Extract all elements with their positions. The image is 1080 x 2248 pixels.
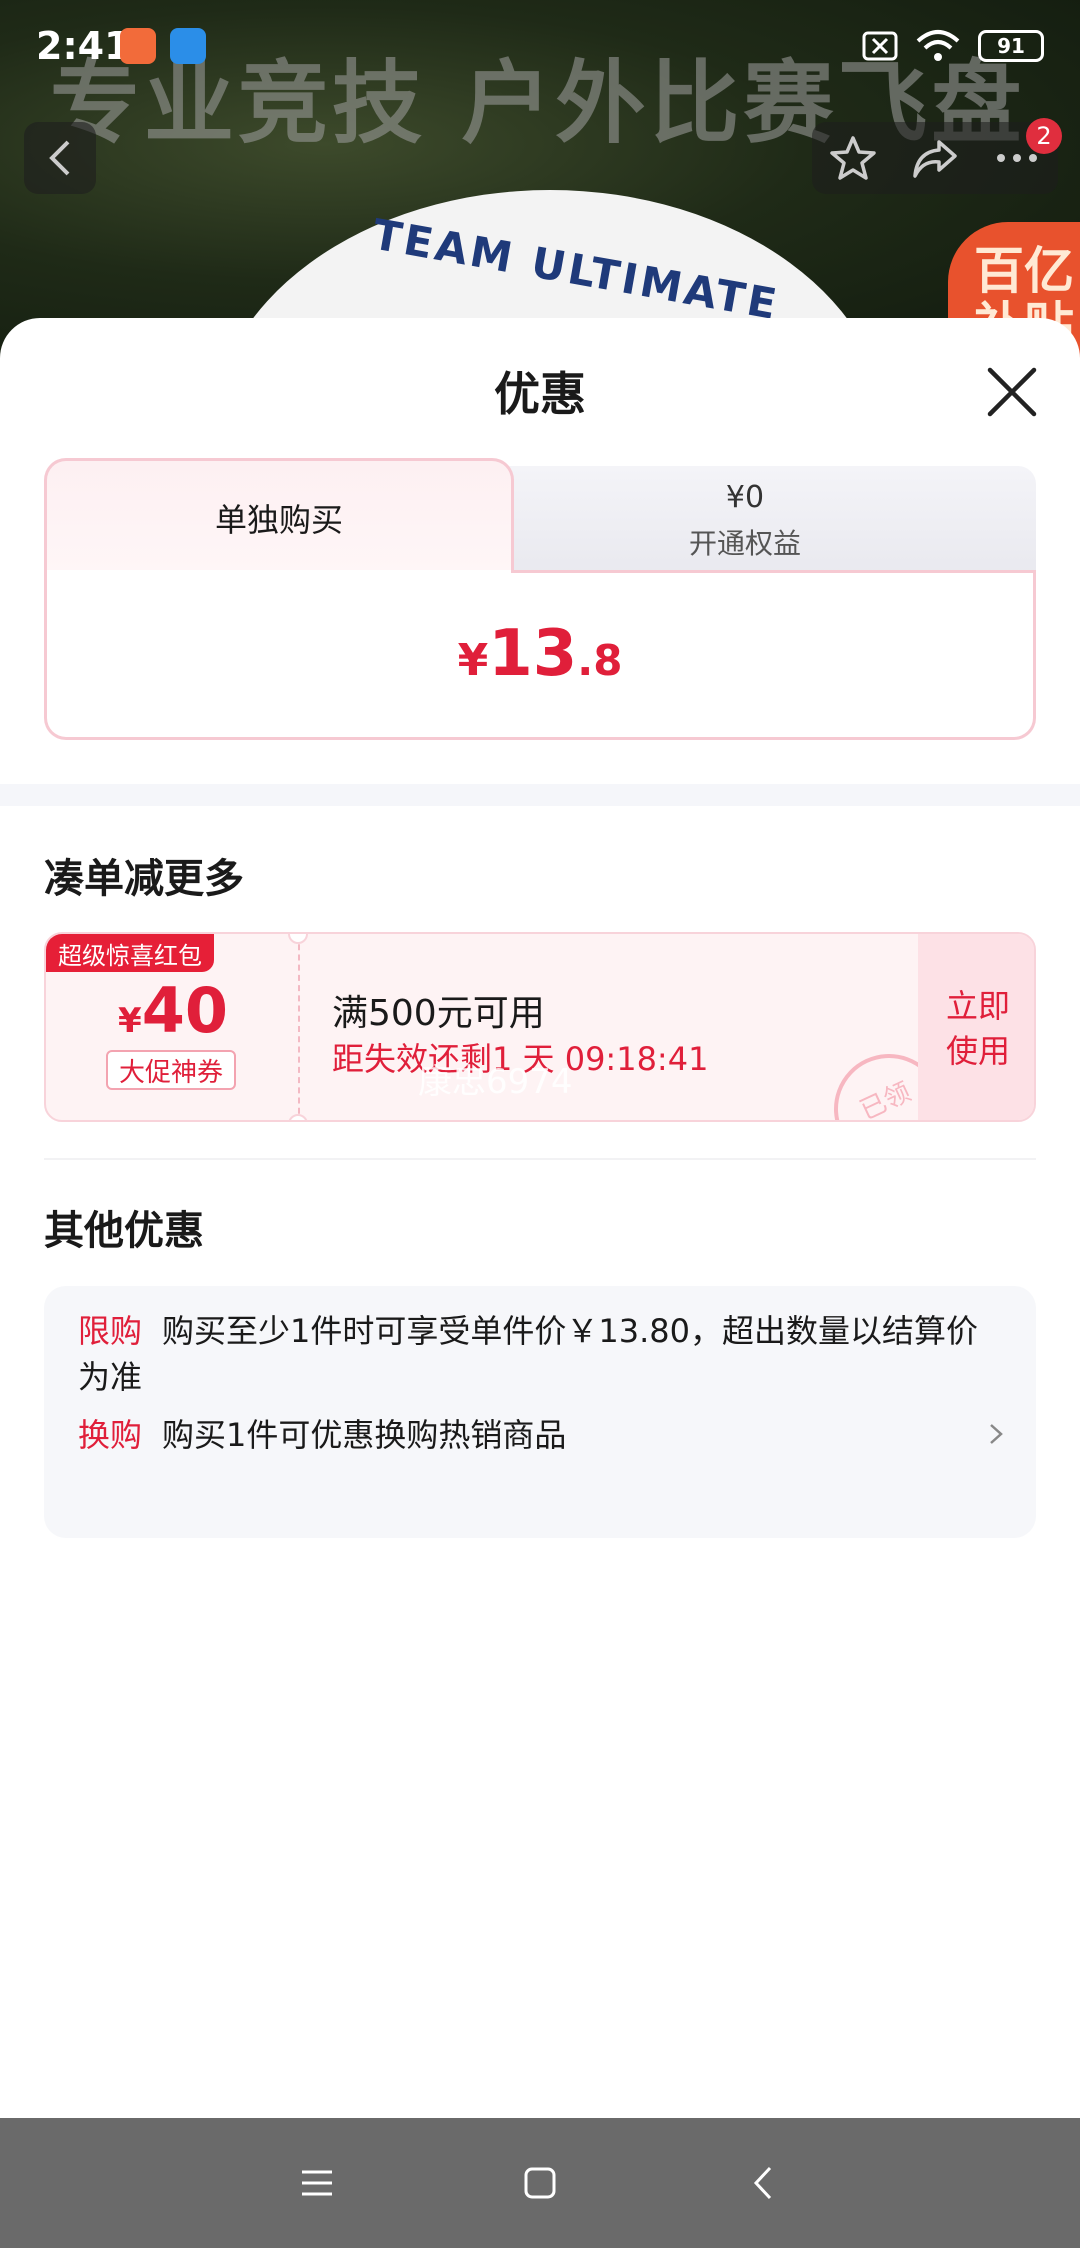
- divider: [44, 1158, 1036, 1160]
- tab-member-price: ¥0: [725, 480, 765, 515]
- wallet-app-icon: [170, 28, 206, 64]
- price-decimal: .8: [577, 635, 623, 685]
- tab-member-benefit[interactable]: ¥0 开通权益: [454, 466, 1036, 574]
- sim-off-icon: [862, 31, 898, 61]
- coupon-section-heading: 凑单减更多: [44, 856, 244, 902]
- offer-text: 购买至少1件时可享受单件价￥13.80，超出数量以结算价为准: [78, 1312, 978, 1396]
- offer-tag: 换购: [78, 1416, 143, 1454]
- discount-sheet: 优惠 ¥0 开通权益 单独购买 ¥13.8 凑单减更多 超级惊喜红包 ¥40 大…: [0, 318, 1080, 2118]
- chevron-right-icon[interactable]: [984, 1422, 1008, 1446]
- status-bar: 2:41 91: [0, 0, 1080, 92]
- price-box: ¥13.8: [44, 570, 1036, 740]
- offer-swap-row[interactable]: 换购 购买1件可优惠换购热销商品: [78, 1412, 998, 1458]
- close-icon[interactable]: [982, 362, 1042, 422]
- offer-tag: 限购: [78, 1312, 143, 1350]
- back-nav-icon[interactable]: [740, 2158, 790, 2208]
- coupon-value: 40: [141, 974, 228, 1047]
- coupon-amount: ¥40: [46, 974, 300, 1047]
- menu-icon[interactable]: [292, 2158, 342, 2208]
- battery-icon: 91: [978, 30, 1044, 62]
- coupon-card: 超级惊喜红包 ¥40 大促神券 满500元可用 距失效还剩1 天 09:18:4…: [44, 932, 1036, 1122]
- wifi-icon: [916, 30, 960, 61]
- price-symbol: ¥: [457, 634, 489, 686]
- coupon-notch: [288, 934, 308, 944]
- section-divider: [0, 784, 1080, 806]
- price-value: ¥13.8: [458, 617, 623, 691]
- offer-limit-row: 限购 购买至少1件时可享受单件价￥13.80，超出数量以结算价为准: [78, 1308, 998, 1400]
- star-icon[interactable]: [829, 134, 877, 182]
- coupon-symbol: ¥: [118, 1001, 142, 1041]
- status-time: 2:41: [36, 24, 131, 68]
- sheet-title: 优惠: [494, 367, 586, 421]
- coupon-notch: [288, 1114, 308, 1120]
- back-button[interactable]: [24, 122, 96, 194]
- tab-solo-purchase[interactable]: 单独购买: [44, 458, 514, 574]
- price-integer: 13: [488, 616, 578, 691]
- status-icons: 91: [862, 28, 1044, 64]
- top-actions: [812, 122, 1058, 194]
- other-offers-heading: 其他优惠: [44, 1208, 204, 1254]
- coupon-watermark: 康忠6974: [418, 1062, 573, 1102]
- coupon-condition: 满500元可用: [332, 993, 545, 1034]
- tab-member-label: 开通权益: [688, 527, 801, 560]
- coupon-tag: 超级惊喜红包: [46, 934, 214, 972]
- system-nav-bar: [0, 2118, 1080, 2248]
- price-box-border: [511, 570, 1036, 573]
- use-now-button[interactable]: 立即 使用: [918, 934, 1034, 1120]
- price-card: ¥0 开通权益 单独购买 ¥13.8: [44, 458, 1036, 740]
- home-icon[interactable]: [515, 2158, 565, 2208]
- chevron-left-icon: [49, 140, 70, 176]
- coupon-separator: [298, 934, 300, 1120]
- share-icon[interactable]: [911, 134, 959, 182]
- other-offers-box: 限购 购买至少1件时可享受单件价￥13.80，超出数量以结算价为准 换购 购买1件可…: [44, 1286, 1036, 1538]
- coupon-type-badge: 大促神券: [106, 1050, 236, 1090]
- notification-badge: 2: [1026, 118, 1062, 154]
- shopping-app-icon: [120, 28, 156, 64]
- offer-text: 购买1件可优惠换购热销商品: [162, 1416, 567, 1454]
